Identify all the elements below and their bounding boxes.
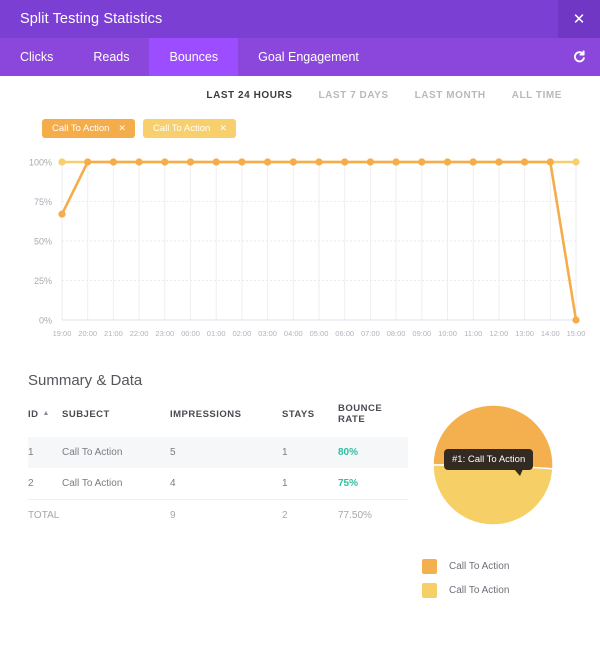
series-chip-2[interactable]: Call To Action ✕ [143, 119, 236, 138]
cell-id: 2 [28, 468, 62, 500]
cell-stays: 1 [282, 468, 338, 500]
svg-text:21:00: 21:00 [104, 329, 123, 338]
series-chip-2-close-icon[interactable]: ✕ [219, 123, 227, 134]
sort-ascending-icon: ▲ [43, 410, 50, 417]
svg-text:12:00: 12:00 [490, 329, 509, 338]
line-chart-svg: 0% 25% 50% 75% 100% 19:00 20:00 21:00 22:00 23:00… [0, 152, 600, 352]
cell-impressions: 5 [170, 437, 282, 468]
svg-text:22:00: 22:00 [130, 329, 149, 338]
cell-total-subject [62, 500, 170, 532]
column-header-stays[interactable]: STAYS [282, 403, 338, 437]
refresh-icon[interactable] [558, 38, 600, 76]
table-total-row: TOTAL 9 2 77.50% [28, 500, 408, 532]
svg-text:0%: 0% [39, 316, 52, 326]
column-header-bounce-rate[interactable]: BOUNCE RATE [338, 403, 408, 437]
svg-text:50%: 50% [34, 237, 52, 247]
svg-text:14:00: 14:00 [541, 329, 560, 338]
series-chip-1-close-icon[interactable]: ✕ [118, 123, 126, 134]
series-chip-2-label: Call To Action [153, 123, 210, 134]
svg-text:03:00: 03:00 [258, 329, 277, 338]
cell-id: 1 [28, 437, 62, 468]
svg-text:02:00: 02:00 [233, 329, 252, 338]
svg-text:05:00: 05:00 [310, 329, 329, 338]
svg-text:08:00: 08:00 [387, 329, 406, 338]
pie-legend: Call To Action Call To Action [408, 523, 600, 598]
svg-text:20:00: 20:00 [78, 329, 97, 338]
table-header-row: ID ▲ SUBJECT IMPRESSIONS STAYS BOUNCE RAT… [28, 403, 408, 437]
window-titlebar: Split Testing Statistics ✕ [0, 0, 600, 38]
series-chip-1-label: Call To Action [52, 123, 109, 134]
summary-table-container: ID ▲ SUBJECT IMPRESSIONS STAYS BOUNCE RAT… [0, 403, 408, 607]
column-header-subject[interactable]: SUBJECT [62, 403, 170, 437]
column-header-id[interactable]: ID ▲ [28, 403, 62, 437]
cell-subject: Call To Action [62, 468, 170, 500]
svg-text:00:00: 00:00 [181, 329, 200, 338]
svg-text:11:00: 11:00 [464, 329, 482, 338]
cell-total-impressions: 9 [170, 500, 282, 532]
svg-text:75%: 75% [34, 197, 52, 207]
column-header-id-label: ID [28, 409, 39, 420]
cell-stays: 1 [282, 437, 338, 468]
pie-holder: #1: Call To Action [408, 403, 600, 523]
series-chips: Call To Action ✕ Call To Action ✕ [0, 109, 600, 138]
pie-chart-container: #1: Call To Action Call To Action Call T… [408, 403, 600, 607]
tab-bounces[interactable]: Bounces [149, 38, 238, 76]
legend-label-1: Call To Action [449, 561, 509, 572]
summary-table: ID ▲ SUBJECT IMPRESSIONS STAYS BOUNCE RAT… [28, 403, 408, 531]
svg-text:19:00: 19:00 [53, 329, 72, 338]
bounce-rate-line-chart: 0% 25% 50% 75% 100% 19:00 20:00 21:00 22:00 23:00… [0, 152, 600, 352]
cell-total-bounce-rate: 77.50% [338, 500, 408, 532]
tab-bar: Clicks Reads Bounces Goal Engagement [0, 38, 600, 76]
svg-text:10:00: 10:00 [438, 329, 457, 338]
table-body: 1 Call To Action 5 1 80% 2 Call To Actio… [28, 437, 408, 531]
page-title: Split Testing Statistics [0, 11, 162, 27]
legend-label-2: Call To Action [449, 585, 509, 596]
tab-goal-engagement[interactable]: Goal Engagement [238, 38, 379, 76]
cell-total-label: TOTAL [28, 500, 62, 532]
svg-text:15:00: 15:00 [567, 329, 586, 338]
svg-text:04:00: 04:00 [284, 329, 303, 338]
svg-text:07:00: 07:00 [361, 329, 380, 338]
series-chip-1[interactable]: Call To Action ✕ [42, 119, 135, 138]
cell-bounce-rate: 75% [338, 468, 408, 500]
summary-section: ID ▲ SUBJECT IMPRESSIONS STAYS BOUNCE RAT… [0, 389, 600, 607]
tab-reads[interactable]: Reads [73, 38, 149, 76]
legend-swatch-1 [422, 559, 437, 574]
svg-text:06:00: 06:00 [335, 329, 354, 338]
legend-item-2[interactable]: Call To Action [422, 583, 600, 598]
cell-subject: Call To Action [62, 437, 170, 468]
close-icon[interactable]: ✕ [558, 0, 600, 38]
svg-text:100%: 100% [29, 158, 52, 168]
table-header: ID ▲ SUBJECT IMPRESSIONS STAYS BOUNCE RAT… [28, 403, 408, 437]
range-last-7-days[interactable]: LAST 7 DAYS [318, 90, 388, 101]
range-last-24-hours[interactable]: LAST 24 HOURS [206, 90, 292, 101]
split-testing-statistics-window: Split Testing Statistics ✕ Clicks Reads … [0, 0, 600, 651]
svg-text:09:00: 09:00 [412, 329, 431, 338]
range-last-month[interactable]: LAST MONTH [415, 90, 486, 101]
pie-tooltip: #1: Call To Action [444, 449, 533, 470]
range-all-time[interactable]: ALL TIME [512, 90, 562, 101]
cell-bounce-rate: 80% [338, 437, 408, 468]
svg-text:01:00: 01:00 [207, 329, 226, 338]
table-row[interactable]: 1 Call To Action 5 1 80% [28, 437, 408, 468]
table-row[interactable]: 2 Call To Action 4 1 75% [28, 468, 408, 500]
date-range-selector: LAST 24 HOURS LAST 7 DAYS LAST MONTH ALL… [0, 76, 600, 109]
cell-total-stays: 2 [282, 500, 338, 532]
svg-text:23:00: 23:00 [155, 329, 174, 338]
cell-impressions: 4 [170, 468, 282, 500]
svg-text:13:00: 13:00 [515, 329, 534, 338]
svg-text:25%: 25% [34, 276, 52, 286]
legend-item-1[interactable]: Call To Action [422, 559, 600, 574]
legend-swatch-2 [422, 583, 437, 598]
summary-heading: Summary & Data [0, 352, 600, 389]
column-header-impressions[interactable]: IMPRESSIONS [170, 403, 282, 437]
tab-clicks[interactable]: Clicks [0, 38, 73, 76]
